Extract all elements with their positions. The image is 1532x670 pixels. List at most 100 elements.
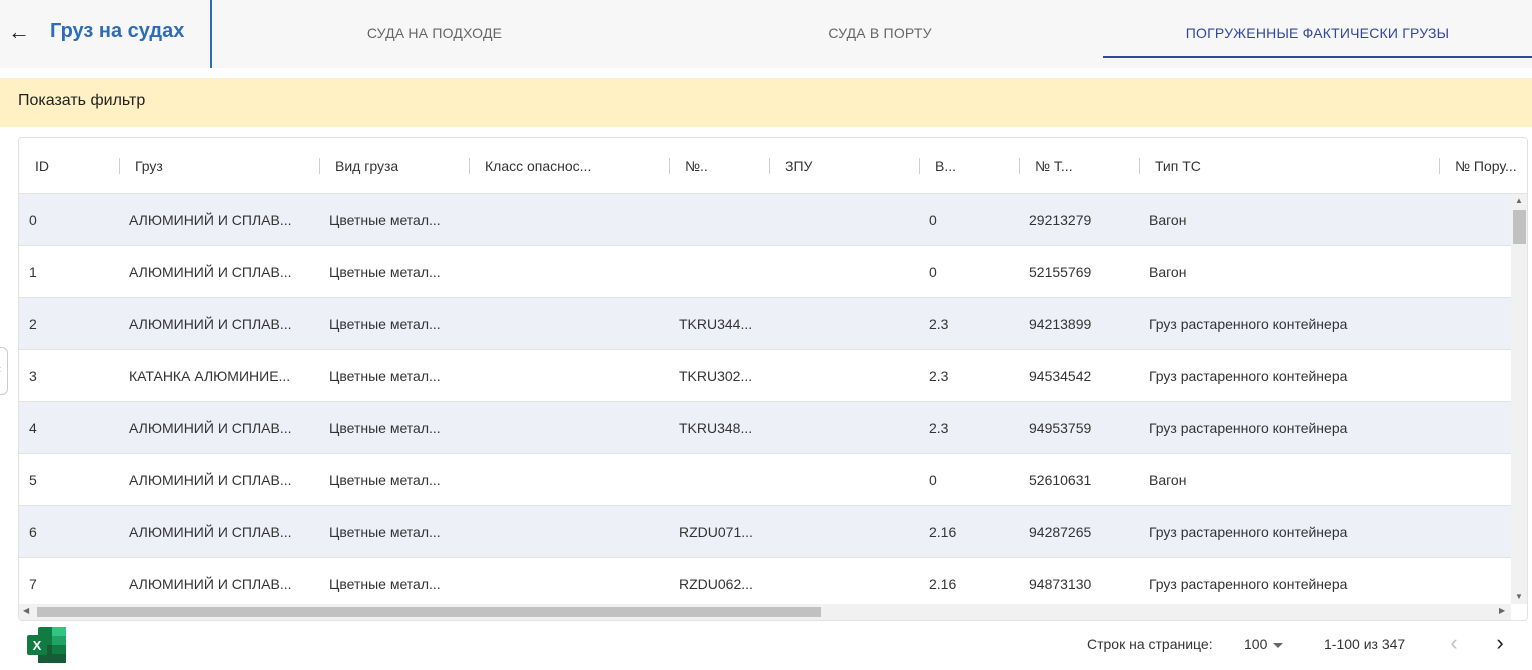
column-header-vehicle-type[interactable]: Тип ТС — [1139, 138, 1439, 194]
data-grid: ID Груз Вид груза Класс опаснос... №.. ЗПУ В..… — [18, 137, 1528, 621]
tab-ships-in-port[interactable]: СУДА В ПОРТУ — [657, 0, 1103, 58]
cell-cargo: АЛЮМИНИЙ И СПЛАВ... — [129, 212, 292, 228]
rows-per-page-value: 100 — [1244, 636, 1268, 652]
column-header-cargo[interactable]: Груз — [119, 138, 319, 194]
collapse-icon: ‹ — [0, 362, 1, 376]
cell-order-number — [1439, 194, 1511, 246]
tab-ships-approaching[interactable]: СУДА НА ПОДХОДЕ — [212, 0, 657, 58]
filter-bar: Показать фильтр — [0, 78, 1532, 127]
column-header-order-number[interactable]: № Пору... — [1439, 138, 1527, 194]
back-arrow-icon[interactable]: ← — [8, 20, 30, 44]
cell-weight: 2.16 — [929, 524, 957, 540]
grid-header: ID Груз Вид груза Класс опаснос... №.. ЗПУ В..… — [19, 138, 1527, 194]
table-row[interactable]: 2 АЛЮМИНИЙ И СПЛАВ... Цветные метал... TKRU… — [19, 298, 1511, 350]
cell-vehicle-number: 94953759 — [1029, 420, 1092, 436]
column-separator[interactable] — [1439, 158, 1440, 174]
cell-order-number — [1439, 454, 1511, 506]
excel-icon[interactable]: X — [27, 627, 67, 663]
show-filter-button[interactable]: Показать фильтр — [18, 92, 145, 110]
cell-vehicle-number: 52155769 — [1029, 264, 1092, 280]
column-separator[interactable] — [119, 158, 120, 174]
rows-per-page-label: Строк на странице: — [1087, 636, 1213, 652]
column-header-weight[interactable]: В... — [919, 138, 1019, 194]
table-row[interactable]: 4 АЛЮМИНИЙ И СПЛАВ... Цветные метал... TKRU… — [19, 402, 1511, 454]
cell-hazard-class — [469, 298, 669, 350]
cell-hazard-class — [469, 506, 669, 558]
cell-zpu — [769, 558, 919, 604]
scroll-up-icon[interactable]: ▲ — [1515, 196, 1523, 205]
cell-id: 1 — [29, 264, 37, 280]
chevron-right-icon[interactable]: › — [1489, 630, 1511, 658]
cell-weight: 2.16 — [929, 576, 957, 592]
top-bar: ← Груз на судах СУДА НА ПОДХОДЕ СУДА В П… — [0, 0, 1532, 68]
table-row[interactable]: 6 АЛЮМИНИЙ И СПЛАВ... Цветные метал... RZDU… — [19, 506, 1511, 558]
side-panel-handle[interactable]: ‹ — [0, 347, 8, 395]
cell-id: 6 — [29, 524, 37, 540]
vertical-scroll-thumb[interactable] — [1513, 210, 1526, 244]
cell-zpu — [769, 246, 919, 298]
table-row[interactable]: 3 КАТАНКА АЛЮМИНИЕ... Цветные метал... TKRU… — [19, 350, 1511, 402]
cell-vehicle-type: Вагон — [1149, 264, 1187, 280]
cell-vehicle-number: 94213899 — [1029, 316, 1092, 332]
cell-id: 2 — [29, 316, 37, 332]
column-header-vehicle-number[interactable]: № Т... — [1019, 138, 1139, 194]
column-separator[interactable] — [1139, 158, 1140, 174]
scroll-down-icon[interactable]: ▼ — [1515, 592, 1523, 601]
cell-cargo-kind: Цветные метал... — [329, 264, 441, 280]
vertical-scrollbar[interactable]: ▲ ▼ — [1511, 194, 1527, 604]
table-row[interactable]: 5 АЛЮМИНИЙ И СПЛАВ... Цветные метал... 0 526… — [19, 454, 1511, 506]
cell-vehicle-type: Груз растаренного контейнера — [1149, 420, 1348, 436]
cell-number — [669, 246, 769, 298]
cell-number: RZDU062... — [679, 576, 753, 592]
cell-hazard-class — [469, 246, 669, 298]
tab-loaded-cargo[interactable]: ПОГРУЖЕННЫЕ ФАКТИЧЕСКИ ГРУЗЫ — [1103, 0, 1532, 58]
cell-zpu — [769, 454, 919, 506]
pagination-range: 1-100 из 347 — [1324, 636, 1406, 652]
grid-body: 0 АЛЮМИНИЙ И СПЛАВ... Цветные метал... 0 292… — [19, 194, 1511, 604]
column-header-cargo-kind[interactable]: Вид груза — [319, 138, 469, 194]
horizontal-scroll-thumb[interactable] — [37, 607, 821, 617]
caret-down-icon — [1273, 642, 1284, 648]
column-header-number[interactable]: №.. — [669, 138, 769, 194]
cell-zpu — [769, 350, 919, 402]
table-row[interactable]: 0 АЛЮМИНИЙ И СПЛАВ... Цветные метал... 0 292… — [19, 194, 1511, 246]
cell-number: RZDU071... — [679, 524, 753, 540]
rows-per-page-select[interactable]: 100 — [1244, 636, 1284, 652]
table-row[interactable]: 1 АЛЮМИНИЙ И СПЛАВ... Цветные метал... 0 521… — [19, 246, 1511, 298]
column-separator[interactable] — [769, 158, 770, 174]
cell-number: TKRU302... — [679, 368, 753, 384]
column-separator[interactable] — [319, 158, 320, 174]
cell-weight: 0 — [929, 472, 937, 488]
column-separator[interactable] — [919, 158, 920, 174]
cell-cargo: КАТАНКА АЛЮМИНИЕ... — [129, 368, 291, 384]
cell-vehicle-type: Вагон — [1149, 472, 1187, 488]
column-header-zpu[interactable]: ЗПУ — [769, 138, 919, 194]
column-separator[interactable] — [469, 158, 470, 174]
cell-cargo-kind: Цветные метал... — [329, 420, 441, 436]
column-separator[interactable] — [669, 158, 670, 174]
cell-order-number — [1439, 402, 1511, 454]
cell-order-number — [1439, 246, 1511, 298]
cell-cargo-kind: Цветные метал... — [329, 212, 441, 228]
chevron-left-icon[interactable]: ‹ — [1443, 630, 1465, 658]
cell-cargo-kind: Цветные метал... — [329, 576, 441, 592]
cell-id: 4 — [29, 420, 37, 436]
table-row[interactable]: 7 АЛЮМИНИЙ И СПЛАВ... Цветные метал... RZDU… — [19, 558, 1511, 604]
cell-vehicle-type: Груз растаренного контейнера — [1149, 316, 1348, 332]
column-separator[interactable] — [1019, 158, 1020, 174]
cell-vehicle-number: 52610631 — [1029, 472, 1092, 488]
cell-vehicle-number: 94873130 — [1029, 576, 1092, 592]
scroll-left-icon[interactable]: ◀ — [23, 606, 29, 615]
horizontal-scrollbar[interactable]: ◀ ▶ — [19, 604, 1511, 620]
cell-zpu — [769, 298, 919, 350]
cell-number — [669, 454, 769, 506]
cell-vehicle-number: 94534542 — [1029, 368, 1092, 384]
cell-id: 0 — [29, 212, 37, 228]
column-header-hazard-class[interactable]: Класс опаснос... — [469, 138, 669, 194]
scroll-right-icon[interactable]: ▶ — [1499, 606, 1505, 615]
cell-zpu — [769, 506, 919, 558]
cell-id: 5 — [29, 472, 37, 488]
column-header-id[interactable]: ID — [19, 138, 119, 194]
cell-order-number — [1439, 506, 1511, 558]
cell-number — [669, 194, 769, 246]
